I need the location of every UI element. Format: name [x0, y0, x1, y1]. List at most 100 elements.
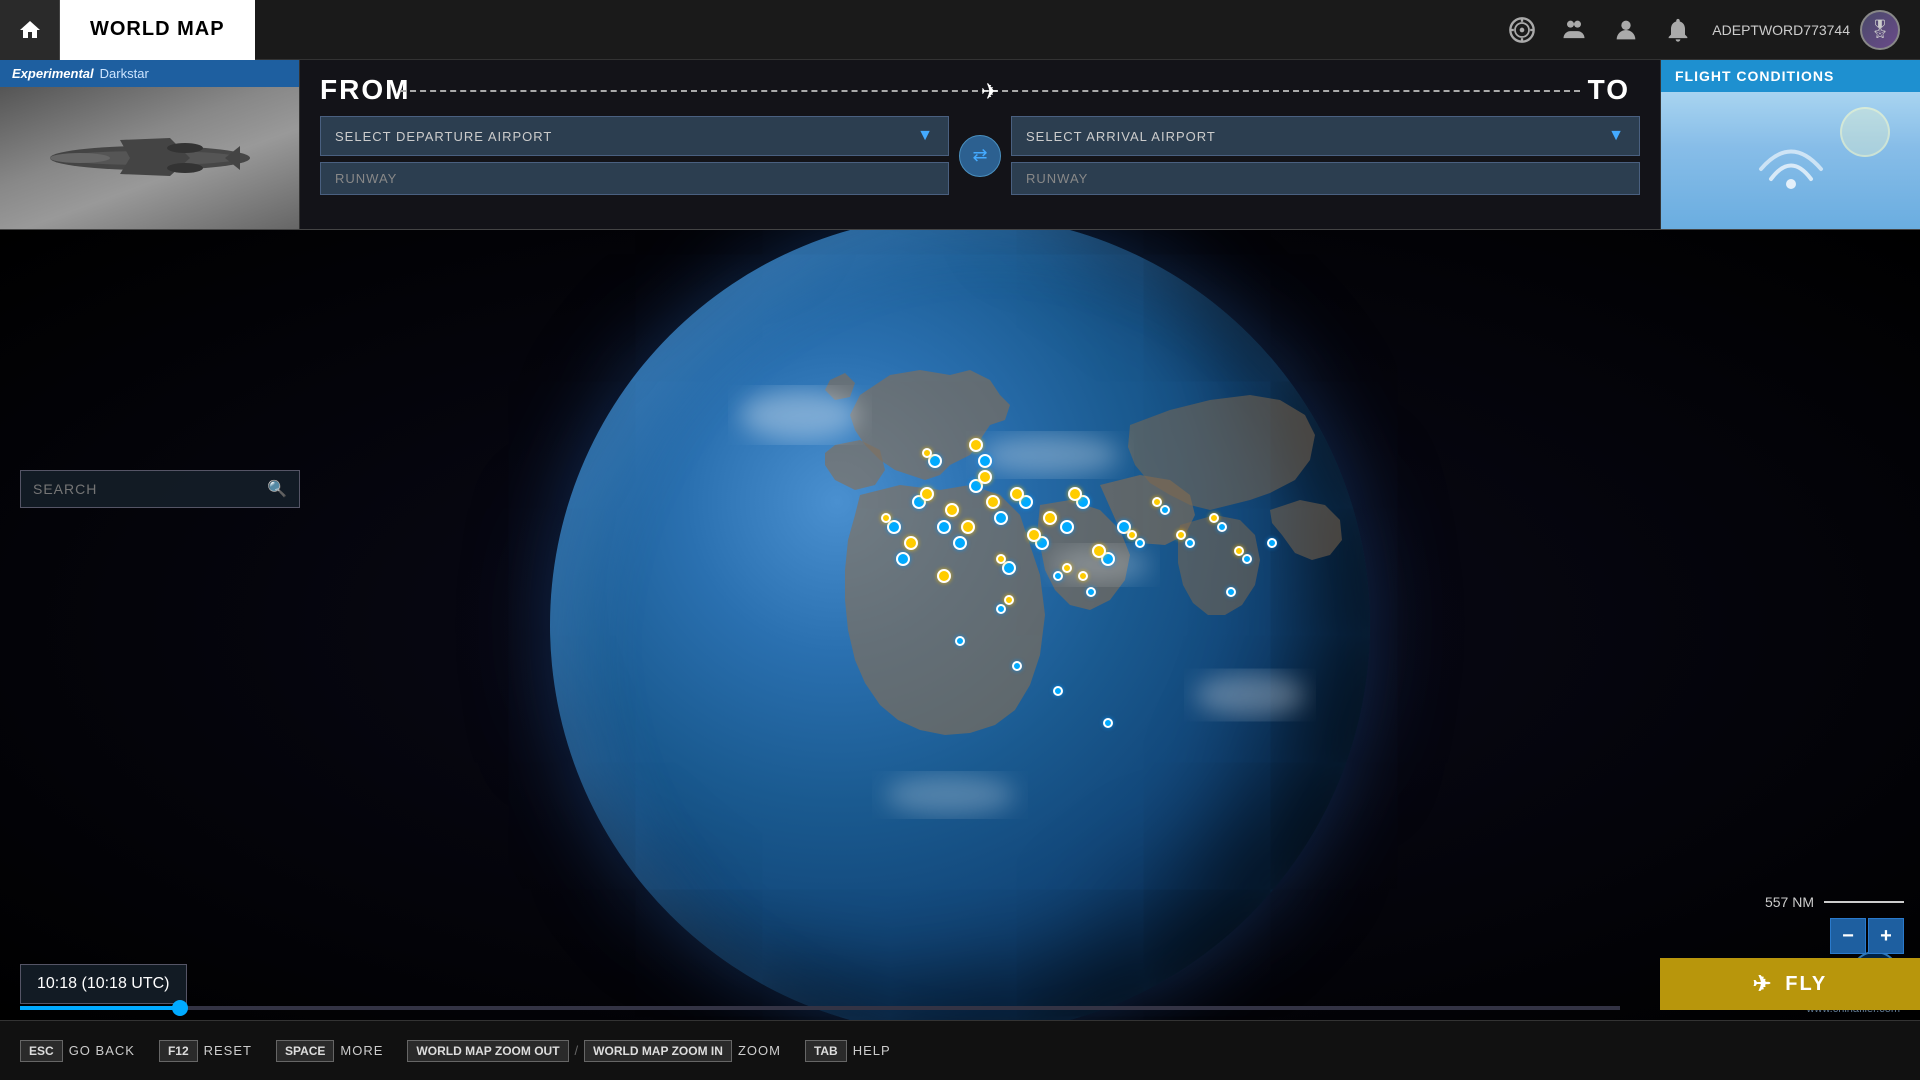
airport-marker[interactable] [994, 511, 1008, 525]
flight-panel: Experimental Darkstar [0, 60, 1920, 230]
aircraft-type: Experimental [12, 66, 94, 81]
home-button[interactable] [0, 0, 60, 60]
airport-marker[interactable] [1027, 528, 1041, 542]
to-label: TO [1588, 74, 1630, 106]
departure-arrow-icon: ▼ [917, 127, 934, 145]
arrival-runway: RUNWAY [1011, 162, 1640, 195]
esc-shortcut: ESC GO BACK [20, 1040, 135, 1062]
airport-marker[interactable] [1053, 571, 1063, 581]
sun-decoration [1840, 107, 1890, 157]
distance-line [1824, 901, 1904, 903]
airport-marker[interactable] [1242, 554, 1252, 564]
airport-marker[interactable] [1012, 661, 1022, 671]
page-title: WORLD MAP [60, 0, 255, 60]
zoom-controls: − + [1830, 918, 1904, 954]
airport-marker[interactable] [1176, 530, 1186, 540]
airport-marker[interactable] [1043, 511, 1057, 525]
airport-marker[interactable] [896, 552, 910, 566]
airport-marker[interactable] [904, 536, 918, 550]
airport-marker[interactable] [953, 536, 967, 550]
airport-marker[interactable] [1092, 544, 1106, 558]
airport-marker[interactable] [1053, 686, 1063, 696]
airport-marker[interactable] [996, 604, 1006, 614]
airport-marker[interactable] [922, 448, 932, 458]
airport-marker[interactable] [1010, 487, 1024, 501]
fly-plane-icon: ✈ [1753, 971, 1773, 997]
avatar[interactable]: 🎖 [1860, 10, 1900, 50]
departure-group: SELECT DEPARTURE AIRPORT ▼ RUNWAY [320, 116, 949, 195]
airport-marker[interactable] [969, 438, 983, 452]
user-icon[interactable] [1608, 12, 1644, 48]
airport-marker[interactable] [937, 569, 951, 583]
search-box: 🔍 [20, 470, 300, 508]
airport-marker[interactable] [978, 454, 992, 468]
bottom-right-controls: 557 NM − + ✈ FLY [1660, 886, 1920, 1010]
airport-marker[interactable] [1152, 497, 1162, 507]
map-area[interactable]: 🔍 [0, 230, 1920, 1020]
flight-path-line: ✈ [400, 90, 1580, 92]
zoom-shortcut: WORLD MAP ZOOM OUT / WORLD MAP ZOOM IN Z… [407, 1040, 781, 1062]
group-icon[interactable] [1556, 12, 1592, 48]
airport-marker[interactable] [1135, 538, 1145, 548]
space-key: SPACE [276, 1040, 334, 1062]
departure-placeholder: SELECT DEPARTURE AIRPORT [335, 129, 552, 144]
plane-svg [40, 118, 260, 198]
airport-marker[interactable] [1103, 718, 1113, 728]
airport-marker[interactable] [937, 520, 951, 534]
target-icon[interactable] [1504, 12, 1540, 48]
airport-marker[interactable] [1185, 538, 1195, 548]
airport-marker[interactable] [1086, 587, 1096, 597]
esc-key: ESC [20, 1040, 63, 1062]
weather-signal-icon [1751, 114, 1831, 208]
airport-marker[interactable] [996, 554, 1006, 564]
airport-marker[interactable] [1062, 563, 1072, 573]
airport-marker[interactable] [1209, 513, 1219, 523]
airport-marker[interactable] [961, 520, 975, 534]
airport-marker[interactable] [1068, 487, 1082, 501]
flight-conditions: FLIGHT CONDITIONS [1660, 60, 1920, 229]
reset-label: RESET [204, 1043, 252, 1058]
globe[interactable] [550, 230, 1370, 1020]
airport-marker[interactable] [1078, 571, 1088, 581]
airport-marker[interactable] [955, 636, 965, 646]
airport-marker[interactable] [1004, 595, 1014, 605]
airport-marker[interactable] [1060, 520, 1074, 534]
zoom-out-button[interactable]: − [1830, 918, 1866, 954]
flight-conditions-content[interactable] [1661, 92, 1920, 229]
airport-marker[interactable] [1127, 530, 1137, 540]
flight-plane-icon: ✈ [981, 79, 999, 105]
distance-value: 557 NM [1765, 894, 1814, 910]
time-slider-track[interactable] [20, 1006, 1620, 1010]
username-area: ADEPTWORD773744 🎖 [1712, 10, 1900, 50]
space-shortcut: SPACE MORE [276, 1040, 383, 1062]
airport-marker[interactable] [1267, 538, 1277, 548]
airport-marker[interactable] [1160, 505, 1170, 515]
aircraft-image[interactable] [0, 87, 299, 229]
airport-marker[interactable] [881, 513, 891, 523]
swap-airports-button[interactable]: ⇄ [959, 135, 1001, 177]
airport-marker[interactable] [1217, 522, 1227, 532]
zoom-in-button[interactable]: + [1868, 918, 1904, 954]
search-icon[interactable]: 🔍 [267, 479, 287, 499]
zoom-out-key: WORLD MAP ZOOM OUT [407, 1040, 568, 1062]
slider-thumb[interactable] [172, 1000, 188, 1016]
airport-marker[interactable] [1234, 546, 1244, 556]
fly-label: FLY [1785, 973, 1827, 996]
fly-button[interactable]: ✈ FLY [1660, 958, 1920, 1010]
airport-marker[interactable] [1226, 587, 1236, 597]
airport-marker[interactable] [920, 487, 934, 501]
globe-svg [550, 230, 1370, 1020]
tab-key: TAB [805, 1040, 847, 1062]
notification-icon[interactable] [1660, 12, 1696, 48]
time-slider-area: 10:18 (10:18 UTC) [20, 964, 1620, 1010]
bottom-bar: ESC GO BACK F12 RESET SPACE MORE WORLD M… [0, 1020, 1920, 1080]
zoom-in-key: WORLD MAP ZOOM IN [584, 1040, 732, 1062]
search-input[interactable] [33, 481, 267, 497]
arrival-dropdown[interactable]: SELECT ARRIVAL AIRPORT ▼ [1011, 116, 1640, 156]
from-to-labels: FROM ✈ TO [320, 74, 1640, 106]
airport-marker[interactable] [945, 503, 959, 517]
departure-dropdown[interactable]: SELECT DEPARTURE AIRPORT ▼ [320, 116, 949, 156]
airport-marker[interactable] [978, 470, 992, 484]
username-label: ADEPTWORD773744 [1712, 22, 1850, 38]
airport-marker[interactable] [986, 495, 1000, 509]
